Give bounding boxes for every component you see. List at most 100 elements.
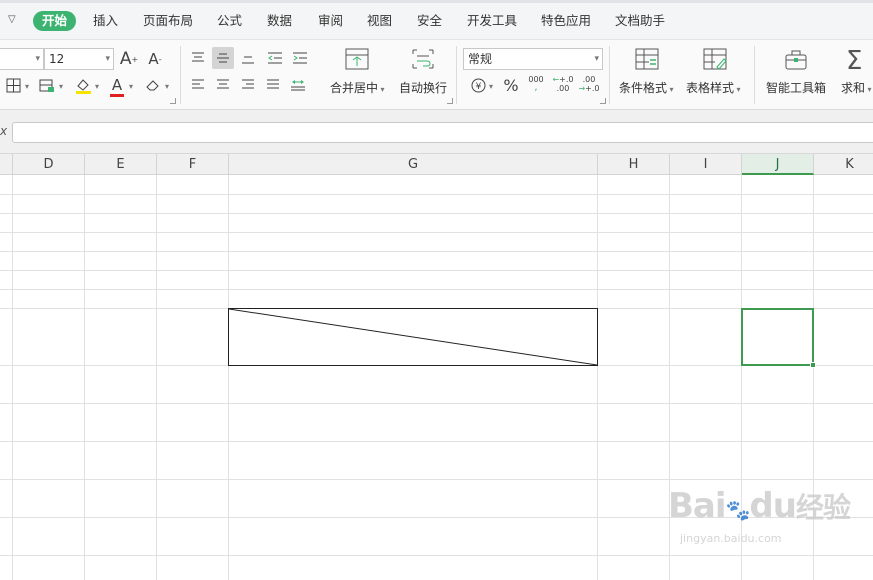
chevron-down-icon[interactable]: ▾ bbox=[25, 82, 29, 91]
percent-icon: % bbox=[503, 75, 519, 95]
toolbox-button[interactable]: 智能工具箱 bbox=[766, 79, 826, 96]
column-header-k[interactable]: K bbox=[814, 154, 873, 175]
formula-input[interactable] bbox=[12, 122, 873, 143]
ribbon-separator bbox=[456, 46, 457, 104]
wrap-text-icon bbox=[410, 48, 436, 73]
grid-line bbox=[84, 175, 85, 580]
menu-tab-developer[interactable]: 开发工具 bbox=[467, 11, 517, 31]
wrap-text-button[interactable]: 自动换行 bbox=[399, 79, 447, 96]
column-header-j[interactable]: J bbox=[742, 154, 814, 175]
distribute-icon bbox=[291, 80, 305, 91]
increase-decimal-button[interactable]: ←+.0 .00 bbox=[552, 73, 574, 95]
menu-tab-doc-assistant[interactable]: 文档助手 bbox=[615, 11, 665, 31]
fill-handle[interactable] bbox=[810, 362, 816, 368]
menu-bar: ▽ 开始 插入 页面布局 公式 数据 审阅 视图 安全 开发工具 特色应用 文档… bbox=[0, 0, 873, 40]
column-header-h[interactable]: H bbox=[598, 154, 670, 175]
border-button[interactable] bbox=[2, 74, 24, 96]
sum-button[interactable]: 求和 ▾ bbox=[841, 79, 872, 96]
align-middle-icon bbox=[217, 53, 229, 63]
grid-line bbox=[0, 213, 873, 214]
clear-format-button[interactable] bbox=[142, 74, 164, 96]
align-right-icon bbox=[242, 79, 254, 89]
column-header-e[interactable]: E bbox=[85, 154, 157, 175]
decrease-indent-button[interactable] bbox=[264, 47, 286, 69]
toolbox-icon bbox=[784, 48, 808, 75]
align-right-button[interactable] bbox=[237, 74, 259, 96]
number-group-launcher[interactable] bbox=[600, 98, 606, 104]
shrink-font-button[interactable]: A- bbox=[144, 48, 166, 70]
grid-line bbox=[228, 175, 229, 580]
chevron-down-icon[interactable]: ▾ bbox=[59, 82, 63, 91]
menu-tab-special[interactable]: 特色应用 bbox=[541, 11, 591, 31]
grid-line bbox=[0, 555, 873, 556]
conditional-format-icon bbox=[635, 48, 659, 73]
column-header-g[interactable]: G bbox=[229, 154, 598, 175]
grid-line bbox=[0, 403, 873, 404]
table-style-button[interactable]: 表格样式 ▾ bbox=[686, 79, 741, 96]
align-top-button[interactable] bbox=[187, 47, 209, 69]
justify-icon bbox=[267, 79, 279, 89]
eraser-icon bbox=[146, 80, 159, 91]
active-cell-selection[interactable] bbox=[741, 308, 816, 368]
chevron-down-icon: ▾ bbox=[105, 54, 110, 64]
function-icon[interactable]: x bbox=[0, 124, 7, 138]
align-left-button[interactable] bbox=[187, 74, 209, 96]
number-format-value: 常规 bbox=[468, 52, 493, 66]
table-style-icon bbox=[703, 48, 727, 73]
alignment-group-launcher[interactable] bbox=[447, 98, 453, 104]
align-bottom-button[interactable] bbox=[237, 47, 259, 69]
quick-access-dropdown-icon[interactable]: ▽ bbox=[8, 14, 16, 25]
align-middle-button[interactable] bbox=[212, 47, 234, 69]
currency-icon: ¥ bbox=[471, 78, 485, 92]
font-group-launcher[interactable] bbox=[170, 98, 176, 104]
increase-decimal-icon-top: ←+.0 bbox=[552, 75, 574, 84]
grid-line bbox=[0, 270, 873, 271]
spreadsheet-window: ▽ 开始 插入 页面布局 公式 数据 审阅 视图 安全 开发工具 特色应用 文档… bbox=[0, 0, 873, 580]
chevron-down-icon[interactable]: ▾ bbox=[129, 82, 133, 91]
column-header-c[interactable] bbox=[0, 154, 13, 175]
column-header-d[interactable]: D bbox=[13, 154, 85, 175]
grid-line bbox=[0, 232, 873, 233]
font-color-button[interactable]: A bbox=[106, 74, 128, 97]
sum-icon: Σ bbox=[846, 46, 863, 76]
font-size-select[interactable]: 12 ▾ bbox=[44, 48, 114, 70]
grid-line bbox=[0, 479, 873, 480]
merge-center-button[interactable]: 合并居中 ▾ bbox=[330, 79, 385, 96]
font-size-value: 12 bbox=[49, 52, 65, 66]
baidu-jingyan-watermark: Bai🐾du经验 jingyan.baidu.com bbox=[668, 486, 851, 545]
chevron-down-icon[interactable]: ▾ bbox=[489, 82, 493, 91]
align-bottom-icon bbox=[242, 56, 254, 64]
number-format-select[interactable]: 常规 ▾ bbox=[463, 48, 603, 70]
menu-tab-page-layout[interactable]: 页面布局 bbox=[143, 11, 193, 31]
conditional-format-button[interactable]: 条件格式 ▾ bbox=[619, 79, 674, 96]
watermark-logo: Bai🐾du经验 bbox=[668, 486, 851, 526]
menu-tab-data[interactable]: 数据 bbox=[267, 11, 292, 31]
fill-color-button[interactable] bbox=[72, 74, 94, 96]
menu-tab-formulas[interactable]: 公式 bbox=[217, 11, 242, 31]
menu-tab-view[interactable]: 视图 bbox=[367, 11, 392, 31]
grow-font-button[interactable]: A + bbox=[118, 48, 140, 70]
shrink-font-icon: A bbox=[148, 50, 159, 68]
currency-button[interactable]: ¥ bbox=[467, 74, 489, 96]
ribbon-separator bbox=[609, 46, 610, 104]
percent-button[interactable]: % bbox=[500, 74, 522, 96]
cell-style-button[interactable] bbox=[36, 74, 58, 96]
font-name-select[interactable]: ▾ bbox=[0, 48, 44, 70]
thousands-separator-button[interactable]: 000 , bbox=[525, 73, 547, 95]
increase-indent-button[interactable] bbox=[289, 47, 311, 69]
justify-button[interactable] bbox=[262, 74, 284, 96]
menu-tab-home[interactable]: 开始 bbox=[33, 11, 77, 31]
align-center-button[interactable] bbox=[212, 74, 234, 96]
menu-tab-security[interactable]: 安全 bbox=[417, 11, 442, 31]
column-header-i[interactable]: I bbox=[670, 154, 742, 175]
menu-tab-insert[interactable]: 插入 bbox=[93, 11, 118, 31]
chevron-down-icon[interactable]: ▾ bbox=[165, 82, 169, 91]
distributed-align-button[interactable] bbox=[287, 74, 309, 96]
merged-cell-diagonal[interactable] bbox=[228, 308, 598, 366]
chevron-down-icon[interactable]: ▾ bbox=[95, 82, 99, 91]
outdent-icon bbox=[268, 52, 282, 64]
menu-tab-review[interactable]: 审阅 bbox=[318, 11, 343, 31]
ribbon-separator bbox=[754, 46, 755, 104]
column-header-f[interactable]: F bbox=[157, 154, 229, 175]
decrease-decimal-button[interactable]: .00 →+.0 bbox=[578, 73, 600, 95]
